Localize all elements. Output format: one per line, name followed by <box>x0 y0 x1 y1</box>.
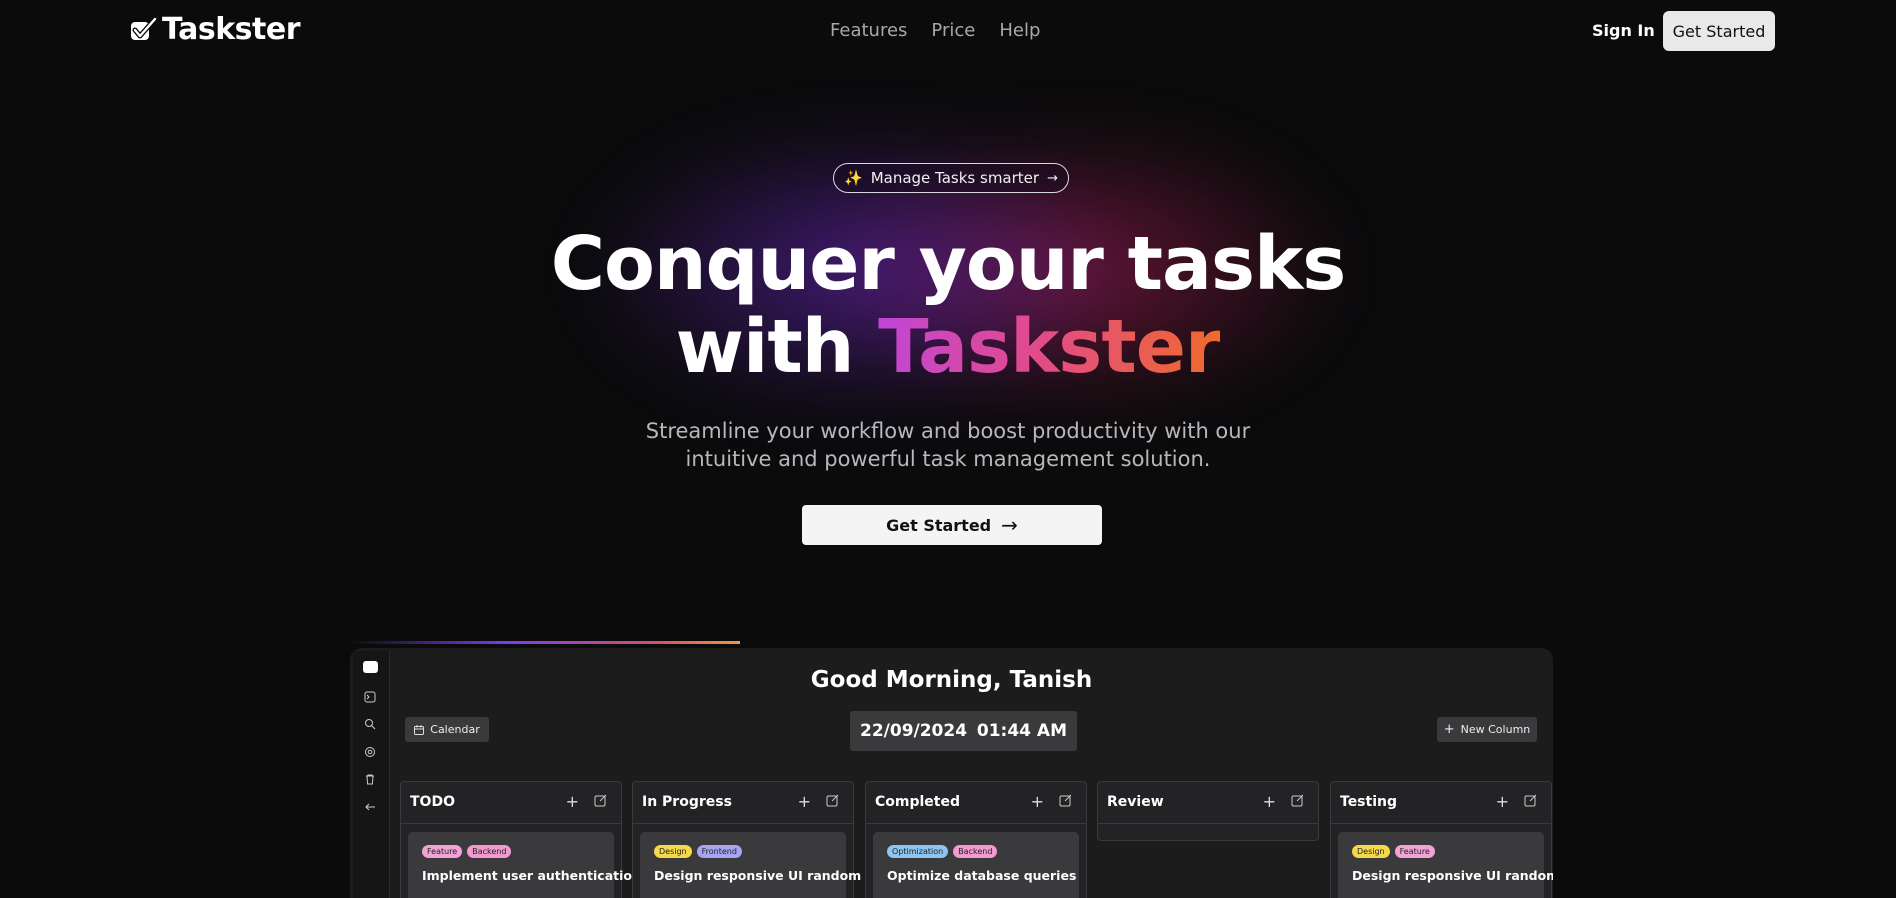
edit-icon[interactable] <box>1291 794 1304 807</box>
new-column-button[interactable]: + New Column <box>1437 717 1537 742</box>
task-card[interactable]: Design Feature Design responsive UI rand… <box>1338 832 1553 898</box>
arrow-left-icon[interactable] <box>363 801 377 815</box>
plus-icon: + <box>1443 722 1455 737</box>
tag-design: Design <box>1352 845 1390 858</box>
gear-icon[interactable] <box>363 746 377 760</box>
hero-headline-brand: Taskster <box>878 304 1221 390</box>
plus-icon[interactable]: + <box>1496 792 1509 811</box>
card-tags: Optimization Backend <box>887 845 998 858</box>
hero-headline-line2: with Taskster <box>0 306 1896 388</box>
nav-links: Features Price Help <box>830 20 1040 41</box>
calendar-icon <box>414 724 425 735</box>
tag-feature: Feature <box>422 845 463 858</box>
hero-headline-with: with <box>675 304 855 390</box>
sign-in-link[interactable]: Sign In <box>1592 21 1655 40</box>
tag-feature: Feature <box>1394 845 1435 858</box>
sparkle-icon: ✨ <box>844 169 863 187</box>
tag-optimization: Optimization <box>887 845 949 858</box>
get-started-nav-button[interactable]: Get Started <box>1663 11 1775 51</box>
column-header: In Progress + <box>633 782 853 824</box>
plus-icon[interactable]: + <box>566 792 579 811</box>
card-tags: Feature Backend <box>422 845 512 858</box>
column-header: Testing + <box>1331 782 1551 824</box>
column-title: Review <box>1107 794 1164 810</box>
checkbox-logo-icon <box>131 16 158 40</box>
pill-text: Manage Tasks smarter <box>870 169 1040 187</box>
tag-frontend: Frontend <box>696 845 742 858</box>
arrow-right-icon: → <box>1001 513 1018 537</box>
column-title: Completed <box>875 794 961 810</box>
nav-link-features[interactable]: Features <box>830 20 907 41</box>
edit-icon[interactable] <box>594 794 607 807</box>
column-header: TODO + <box>401 782 621 824</box>
tag-backend: Backend <box>467 845 512 858</box>
preview-accent-line <box>350 641 740 644</box>
brand-logo[interactable]: Taskster <box>128 12 301 47</box>
edit-icon[interactable] <box>1059 794 1072 807</box>
edit-icon[interactable] <box>1524 794 1537 807</box>
brand-name: Taskster <box>162 12 301 47</box>
card-title: Design responsive UI random <box>654 868 862 883</box>
trash-icon[interactable] <box>363 773 377 787</box>
search-icon[interactable] <box>363 718 377 732</box>
calendar-label: Calendar <box>430 723 480 736</box>
app-preview: Good Morning, Tanish Calendar 22/09/2024… <box>350 648 1553 898</box>
top-nav: Taskster Features Price Help Sign In Get… <box>0 0 1896 60</box>
greeting-title: Good Morning, Tanish <box>810 667 1093 693</box>
arrow-right-icon: → <box>1047 170 1058 186</box>
card-tags: Design Frontend <box>654 845 742 858</box>
new-column-label: New Column <box>1460 723 1531 736</box>
plus-icon[interactable]: + <box>798 792 811 811</box>
board-column-in-progress: In Progress + Design Frontend Design res… <box>632 781 861 898</box>
card-title: Implement user authentication <box>422 868 641 883</box>
column-title: In Progress <box>642 794 732 810</box>
task-card[interactable]: Optimization Backend Optimize database q… <box>873 832 1079 898</box>
task-card[interactable]: Design Frontend Design responsive UI ran… <box>640 832 861 898</box>
nav-link-price[interactable]: Price <box>931 20 975 41</box>
hero-subtitle-line2: intuitive and powerful task management s… <box>685 447 1211 471</box>
tag-design: Design <box>654 845 692 858</box>
date-display: 22/09/2024 <box>860 721 968 741</box>
calendar-button[interactable]: Calendar <box>405 717 489 742</box>
column-header: Completed + <box>866 782 1086 824</box>
announcement-pill[interactable]: ✨ Manage Tasks smarter → <box>833 163 1069 193</box>
column-title: TODO <box>410 794 455 810</box>
time-display: 01:44 AM <box>976 721 1067 741</box>
board-column-completed: Completed + Optimization Backend Optimiz… <box>865 781 1087 898</box>
plus-icon[interactable]: + <box>1263 792 1276 811</box>
terminal-icon[interactable] <box>363 691 377 705</box>
board-column-todo: TODO + Feature Backend Implement user au… <box>400 781 641 898</box>
date-time-display: 22/09/2024 01:44 AM <box>850 711 1077 751</box>
task-card[interactable]: Feature Backend Implement user authentic… <box>408 832 641 898</box>
plus-icon[interactable]: + <box>1031 792 1044 811</box>
tag-backend: Backend <box>953 845 998 858</box>
card-title: Design responsive UI random <box>1352 868 1553 883</box>
nav-link-help[interactable]: Help <box>999 20 1040 41</box>
hero-headline-line1: Conquer your tasks <box>550 221 1347 307</box>
card-tags: Design Feature <box>1352 845 1435 858</box>
edit-icon[interactable] <box>826 794 839 807</box>
column-header: Review + <box>1098 782 1318 824</box>
column-title: Testing <box>1340 794 1397 810</box>
get-started-hero-label: Get Started <box>886 515 992 535</box>
board-column-review: Review + <box>1097 781 1319 841</box>
get-started-hero-button[interactable]: Get Started → <box>802 505 1102 545</box>
card-title: Optimize database queries <box>887 868 1077 883</box>
board-column-testing: Testing + Design Feature Design responsi… <box>1330 781 1553 898</box>
hero-subtitle-line1: Streamline your workflow and boost produ… <box>645 419 1251 443</box>
